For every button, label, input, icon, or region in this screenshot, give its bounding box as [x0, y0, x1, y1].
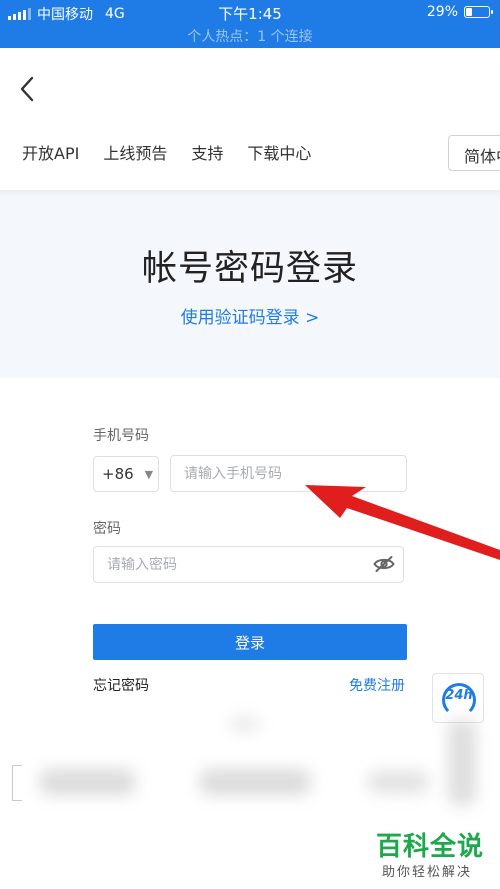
watermark-logo-text: 百科全说: [376, 832, 485, 862]
login-page: 中国移动 4G 下午1:45 个人热点：1 个连接 29% 开放API 上线预告…: [0, 0, 500, 889]
red-arrow-annotation: [305, 485, 500, 560]
watermark-slogan: 助你轻松解决: [382, 865, 473, 880]
